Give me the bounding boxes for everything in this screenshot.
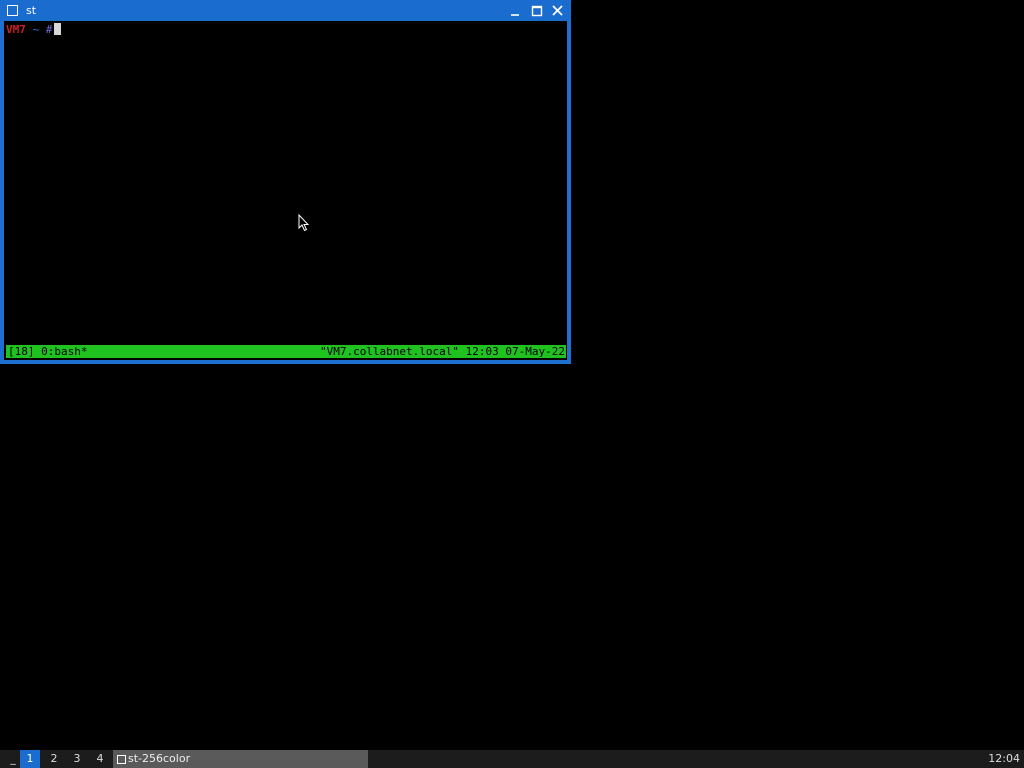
text-cursor <box>54 23 62 35</box>
window-icon <box>117 755 126 764</box>
prompt-host: VM7 <box>6 23 26 36</box>
tmux-status-bar: [18] 0:bash* "VM7.collabnet.local" 12:03… <box>6 345 566 358</box>
prompt-path: ~ <box>32 23 40 36</box>
workspace-3[interactable]: 3 <box>67 750 87 768</box>
workspace-1[interactable]: 1 <box>20 750 40 768</box>
status-left: [18] 0:bash* <box>8 345 88 358</box>
taskbar-task-st[interactable]: st-256color <box>113 750 368 768</box>
status-right: "VM7.collabnet.local" 12:03 07-May-22 <box>319 345 565 358</box>
window-icon[interactable] <box>7 5 18 16</box>
workspace-4[interactable]: 4 <box>90 750 110 768</box>
clock: 12:04 <box>988 752 1020 765</box>
minimize-button[interactable] <box>507 3 523 19</box>
workspace-2[interactable]: 2 <box>44 750 64 768</box>
prompt-symbol: # <box>45 23 53 36</box>
terminal-area[interactable]: VM7 ~ # [18] 0:bash* "VM7.collabnet.loca… <box>4 21 567 360</box>
maximize-icon <box>531 5 543 17</box>
taskbar-menu-button[interactable]: _ <box>6 750 20 768</box>
window-title: st <box>26 4 37 17</box>
minimize-icon <box>511 14 519 16</box>
mouse-pointer-icon <box>298 214 310 232</box>
close-button[interactable] <box>550 3 566 19</box>
close-icon <box>552 5 563 16</box>
task-label: st-256color <box>128 752 191 765</box>
window-titlebar[interactable]: st <box>0 0 571 21</box>
taskbar: _ 1 2 3 4 st-256color 12:04 <box>0 750 1024 768</box>
terminal-window[interactable]: st VM7 ~ # [18] 0:bash* "VM7.collabnet.l… <box>0 0 571 364</box>
shell-prompt: VM7 ~ # <box>6 23 62 37</box>
maximize-button[interactable] <box>529 3 545 19</box>
